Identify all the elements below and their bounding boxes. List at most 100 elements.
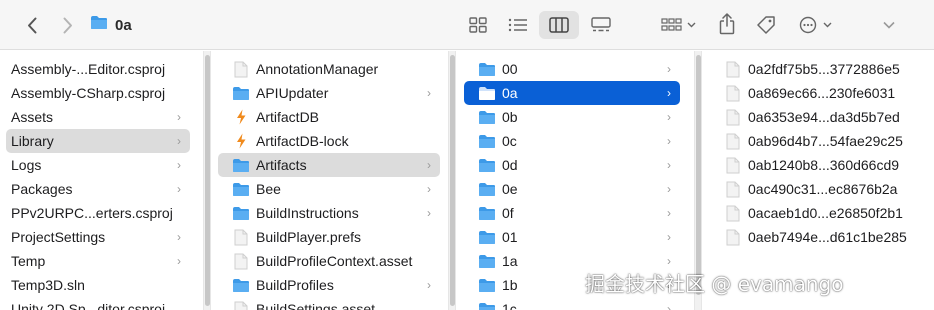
list-item-label: Temp	[11, 253, 46, 269]
document-icon	[232, 61, 250, 77]
list-item[interactable]: APIUpdater ›	[218, 81, 440, 105]
list-view-button[interactable]	[504, 12, 532, 38]
list-item[interactable]: BuildPlayer.prefs	[218, 225, 440, 249]
list-item-label: Bee	[256, 181, 281, 197]
list-item[interactable]: 0ab1240b8...360d66cd9	[710, 153, 928, 177]
list-item-label: Assembly-...Editor.csproj	[11, 61, 166, 77]
chevron-right-icon: ›	[667, 158, 671, 172]
folder-icon	[478, 229, 496, 245]
chevron-right-icon: ›	[427, 278, 431, 292]
list-item[interactable]: 0a ›	[464, 81, 680, 105]
list-item[interactable]: Bee ›	[218, 177, 440, 201]
list-item[interactable]: BuildInstructions ›	[218, 201, 440, 225]
list-item[interactable]: 0ab96d4b7...54fae29c25	[710, 129, 928, 153]
list-item[interactable]: 01 ›	[464, 225, 680, 249]
list-item-label: Packages	[11, 181, 73, 197]
list-item[interactable]: 0a2fdf75b5...3772886e5	[710, 57, 928, 81]
folder-icon	[478, 85, 496, 101]
list-item-label: 01	[502, 229, 518, 245]
document-icon	[232, 229, 250, 245]
list-item-label: Unity 2D Sp...ditor.csproj	[11, 301, 166, 310]
back-button[interactable]	[22, 13, 42, 37]
list-item[interactable]: 0acaeb1d0...e26850f2b1	[710, 201, 928, 225]
list-item[interactable]: 00 ›	[464, 57, 680, 81]
list-item[interactable]: 0c ›	[464, 129, 680, 153]
column-2-scrollbar[interactable]	[448, 51, 456, 310]
document-icon	[724, 85, 742, 101]
chevron-right-icon: ›	[667, 182, 671, 196]
column-1-scrollbar[interactable]	[203, 51, 211, 310]
window-title-text: 0a	[115, 16, 132, 34]
list-item[interactable]: Assets ›	[6, 105, 190, 129]
list-item[interactable]: 0f ›	[464, 201, 680, 225]
list-item[interactable]: 0ac490c31...ec8676b2a	[710, 177, 928, 201]
list-item-label: 1c	[502, 301, 517, 310]
list-item-label: ArtifactDB-lock	[256, 133, 349, 149]
group-icon	[661, 18, 696, 31]
database-icon	[232, 133, 250, 149]
list-item[interactable]: Unity 2D Sp...ditor.csproj	[6, 297, 190, 310]
list-item-label: 1a	[502, 253, 518, 269]
folder-icon	[478, 253, 496, 269]
list-item-label: BuildSettings.asset	[256, 301, 376, 310]
list-item[interactable]: Logs ›	[6, 153, 190, 177]
document-icon	[724, 205, 742, 221]
list-item[interactable]: ArtifactDB	[218, 105, 440, 129]
list-item[interactable]: 0a869ec66...230fe6031	[710, 81, 928, 105]
forward-button[interactable]	[58, 13, 78, 37]
tag-icon	[757, 16, 775, 34]
column-view-button[interactable]	[539, 11, 579, 39]
list-item-label: 0aeb7494e...d61c1be285	[748, 229, 907, 245]
chevron-right-icon: ›	[177, 158, 181, 172]
group-by-button[interactable]	[660, 12, 698, 38]
list-item[interactable]: Artifacts ›	[218, 153, 440, 177]
list-item[interactable]: ArtifactDB-lock	[218, 129, 440, 153]
list-item[interactable]: BuildSettings.asset	[218, 297, 440, 310]
chevron-right-icon: ›	[177, 110, 181, 124]
folder-icon	[478, 277, 496, 293]
list-item[interactable]: 0e ›	[464, 177, 680, 201]
icon-view-button[interactable]	[465, 12, 491, 38]
list-item[interactable]: Temp3D.sln	[6, 273, 190, 297]
list-item[interactable]: 0a6353e94...da3d5b7ed	[710, 105, 928, 129]
tag-button[interactable]	[753, 12, 779, 38]
list-item-label: 0d	[502, 157, 518, 173]
list-item-label: Library	[11, 133, 54, 149]
list-item[interactable]: PPv2URPC...erters.csproj	[6, 201, 190, 225]
folder-icon	[478, 133, 496, 149]
list-item[interactable]: 0d ›	[464, 153, 680, 177]
folder-icon	[478, 181, 496, 197]
chevron-right-icon: ›	[427, 86, 431, 100]
overflow-button[interactable]	[878, 14, 900, 36]
share-icon	[719, 13, 735, 35]
document-icon	[232, 253, 250, 269]
list-item[interactable]: 1c ›	[464, 297, 680, 310]
list-item[interactable]: Packages ›	[6, 177, 190, 201]
list-item[interactable]: Library ›	[6, 129, 190, 153]
chevron-right-icon: ›	[667, 302, 671, 310]
gallery-icon	[591, 17, 611, 32]
folder-icon	[478, 205, 496, 221]
list-item[interactable]: BuildProfileContext.asset	[218, 249, 440, 273]
list-item[interactable]: AnnotationManager	[218, 57, 440, 81]
list-item[interactable]: 0b ›	[464, 105, 680, 129]
list-item[interactable]: BuildProfiles ›	[218, 273, 440, 297]
chevron-right-icon: ›	[667, 206, 671, 220]
columns-icon	[549, 17, 569, 33]
list-item[interactable]: Temp ›	[6, 249, 190, 273]
more-actions-button[interactable]	[797, 12, 837, 38]
chevron-right-icon: ›	[427, 206, 431, 220]
gallery-view-button[interactable]	[587, 12, 615, 38]
chevron-right-icon: ›	[667, 62, 671, 76]
list-item[interactable]: Assembly-CSharp.csproj	[6, 81, 190, 105]
document-icon	[724, 181, 742, 197]
chevron-right-icon	[63, 17, 72, 33]
list-item[interactable]: 0aeb7494e...d61c1be285	[710, 225, 928, 249]
share-button[interactable]	[715, 10, 739, 38]
list-item-label: 0a2fdf75b5...3772886e5	[748, 61, 900, 77]
list-item-label: 0a	[502, 85, 518, 101]
list-item[interactable]: Assembly-...Editor.csproj	[6, 57, 190, 81]
list-item[interactable]: ProjectSettings ›	[6, 225, 190, 249]
list-item-label: 0ac490c31...ec8676b2a	[748, 181, 898, 197]
list-item-label: 0a6353e94...da3d5b7ed	[748, 109, 900, 125]
